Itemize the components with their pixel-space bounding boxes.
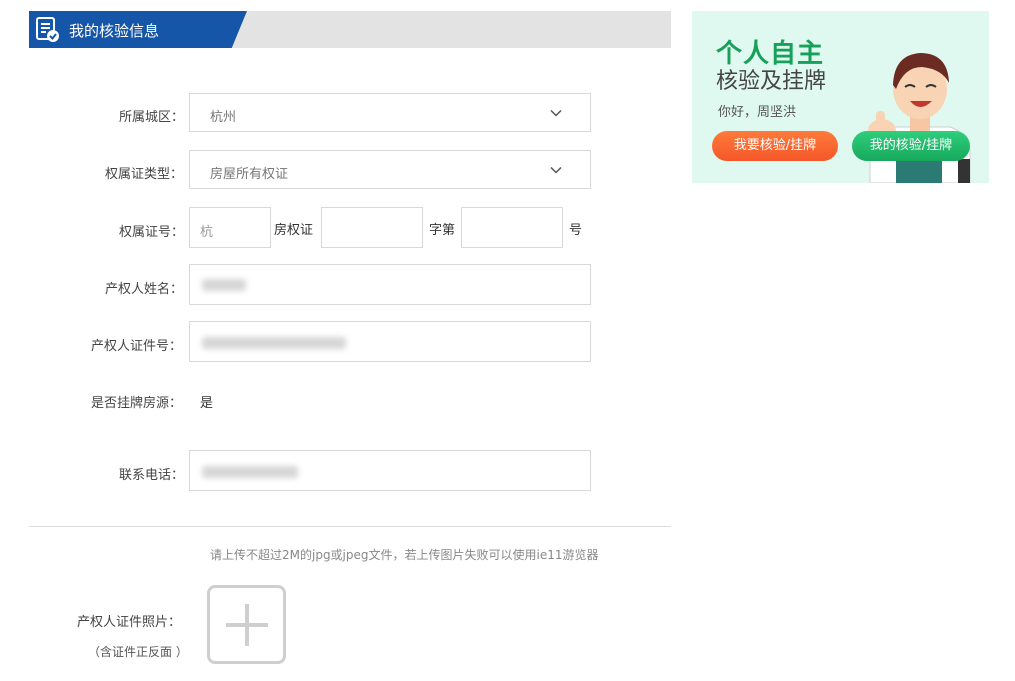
cert-no-number-input[interactable] xyxy=(461,207,563,248)
cartoon-person-illustration xyxy=(868,53,971,183)
cert-type-select-value: 房屋所有权证 xyxy=(210,167,289,182)
phone-label: 联系电话： xyxy=(119,468,185,483)
cert-no-prefix-placeholder: 杭 xyxy=(200,225,214,240)
redacted-value xyxy=(202,279,246,291)
photo-upload-button[interactable] xyxy=(207,585,286,664)
cert-no-middle-input[interactable] xyxy=(321,207,423,248)
photo-label: 产权人证件照片： xyxy=(77,615,182,630)
my-verification-button[interactable]: 我的核验/挂牌 xyxy=(852,131,970,161)
owner-id-label: 产权人证件号： xyxy=(91,339,183,354)
cert-no-text-fangquanzheng: 房权证 xyxy=(274,223,314,238)
promo-banner: 个人自主 核验及挂牌 你好，周坚洪 我要核验/挂牌 我的核验/挂牌 xyxy=(692,11,989,183)
owner-id-input[interactable] xyxy=(189,321,591,362)
upload-hint: 请上传不超过2M的jpg或jpeg文件，若上传图片失败可以使用ie11游览器 xyxy=(210,548,599,562)
page-title: 我的核验信息 xyxy=(69,22,160,40)
plus-icon-bar xyxy=(226,623,268,627)
listed-label: 是否挂牌房源： xyxy=(91,396,183,411)
cert-no-label: 权属证号： xyxy=(119,225,185,240)
cert-type-label: 权属证类型： xyxy=(105,167,184,182)
section-header: 我的核验信息 xyxy=(29,11,671,48)
owner-name-label: 产权人姓名： xyxy=(105,282,184,297)
chevron-down-icon xyxy=(550,166,562,174)
chevron-down-icon xyxy=(550,109,562,117)
redacted-value xyxy=(202,337,346,349)
cert-type-select[interactable]: 房屋所有权证 xyxy=(189,150,591,189)
phone-input[interactable] xyxy=(189,450,591,491)
verify-listing-button[interactable]: 我要核验/挂牌 xyxy=(712,131,838,161)
city-label: 所属城区： xyxy=(119,110,185,125)
section-header-tab: 我的核验信息 xyxy=(29,11,247,48)
cert-no-text-hao: 号 xyxy=(569,223,583,238)
banner-title-2: 核验及挂牌 xyxy=(716,69,827,94)
cert-no-text-zidi: 字第 xyxy=(429,223,456,238)
document-check-icon xyxy=(36,17,59,42)
cert-no-prefix-input[interactable]: 杭 xyxy=(189,207,271,248)
photo-sub-label: （含证件正反面 ） xyxy=(88,645,188,659)
section-divider xyxy=(29,526,671,527)
city-select-value: 杭州 xyxy=(210,110,237,125)
listed-value: 是 xyxy=(200,396,214,411)
redacted-value xyxy=(202,466,298,478)
banner-greeting: 你好，周坚洪 xyxy=(718,105,797,120)
city-select[interactable]: 杭州 xyxy=(189,93,591,132)
owner-name-input[interactable] xyxy=(189,264,591,305)
